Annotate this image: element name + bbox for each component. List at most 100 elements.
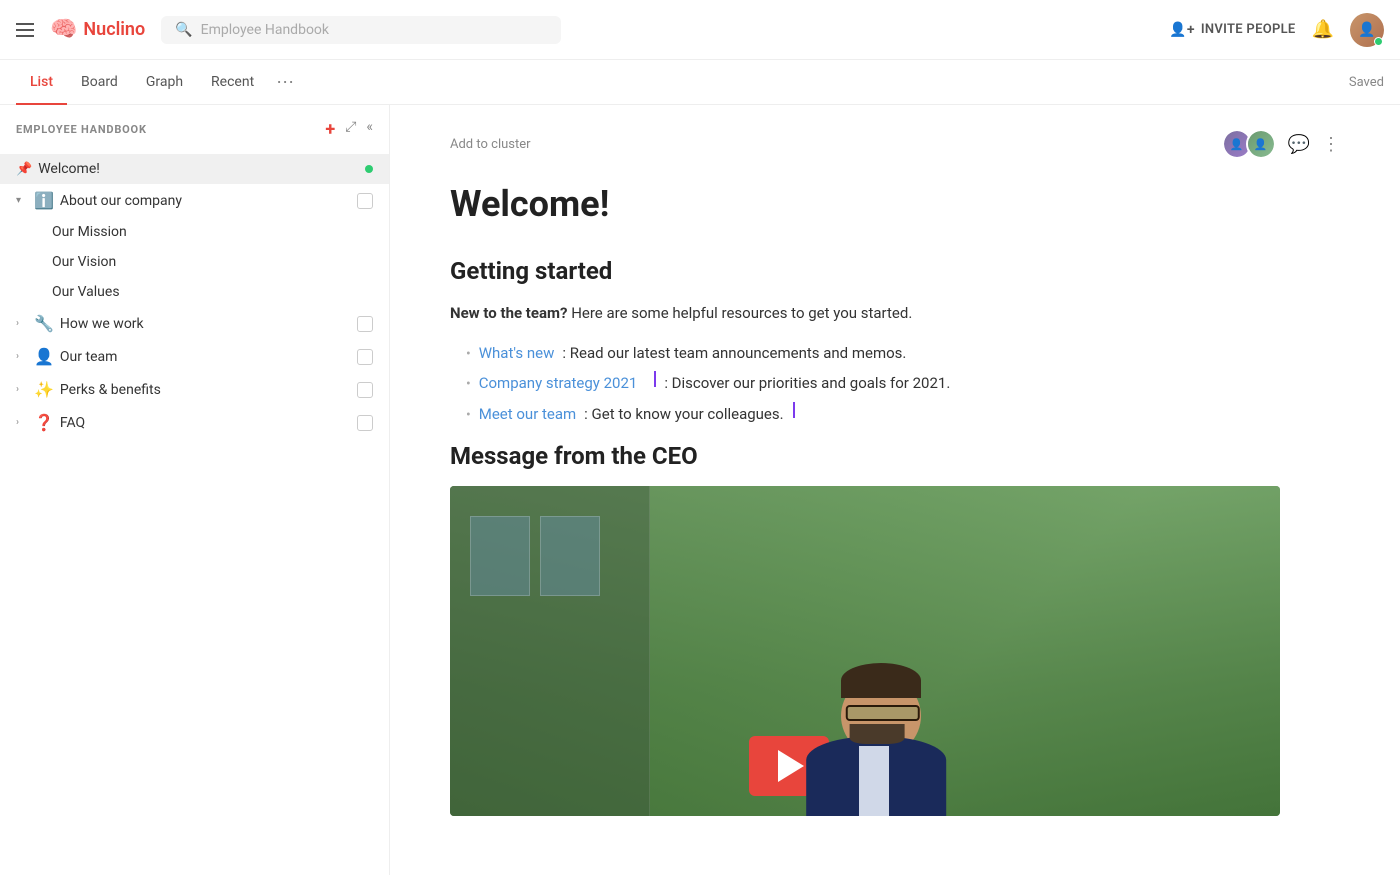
perks-checkbox[interactable] (357, 382, 373, 398)
values-label: Our Values (52, 284, 120, 300)
content-area: Add to cluster 👤 👤 💬 ⋮ Welcome! Getting … (390, 105, 1400, 875)
nav-right: 👤+ INVITE PEOPLE 🔔 👤 (1169, 13, 1384, 47)
top-nav: 🧠 Nuclino 🔍 Employee Handbook 👤+ INVITE … (0, 0, 1400, 60)
expand-icon[interactable]: ⤢ (345, 119, 356, 140)
team-checkbox[interactable] (357, 349, 373, 365)
online-indicator (1374, 37, 1383, 46)
perks-label: Perks & benefits (60, 382, 351, 398)
collapse-sidebar-icon[interactable]: « (366, 119, 373, 140)
section1-heading: Getting started (450, 257, 1340, 285)
video-container[interactable] (450, 486, 1280, 816)
whats-new-link[interactable]: What's new (479, 341, 555, 365)
chevron-down-icon: ▾ (16, 195, 28, 206)
sidebar-group-header-about[interactable]: ▾ ℹ️ About our company (0, 184, 389, 217)
saved-label: Saved (1349, 75, 1384, 90)
person-plus-icon: 👤+ (1169, 22, 1195, 38)
collaborators: 👤 👤 (1222, 129, 1276, 159)
section2-heading: Message from the CEO (450, 442, 1340, 470)
resource-list: What's new : Read our latest team announc… (450, 341, 1340, 426)
logo: 🧠 Nuclino (50, 17, 145, 42)
online-dot (365, 165, 373, 173)
chevron-right-icon: › (16, 318, 28, 329)
sidebar-subitem-values[interactable]: Our Values (0, 277, 389, 307)
user-avatar-wrapper[interactable]: 👤 (1350, 13, 1384, 47)
about-label: About our company (60, 193, 351, 209)
tab-graph[interactable]: Graph (132, 60, 197, 105)
cursor-indicator-1 (654, 371, 656, 387)
bell-icon[interactable]: 🔔 (1312, 19, 1334, 40)
faq-checkbox[interactable] (357, 415, 373, 431)
tab-list[interactable]: List (16, 60, 67, 105)
welcome-label: Welcome! (38, 161, 359, 177)
sidebar-items: 📌 Welcome! ▾ ℹ️ About our company Our Mi… (0, 150, 389, 443)
chevron-right-icon-perks: › (16, 384, 28, 395)
sidebar-group-faq: › ❓ FAQ (0, 406, 389, 439)
perks-emoji: ✨ (34, 380, 54, 399)
tabs-bar: List Board Graph Recent ⋯ Saved (0, 60, 1400, 105)
about-checkbox[interactable] (357, 193, 373, 209)
strategy-rest-text: : Discover our priorities and goals for … (664, 371, 950, 395)
sidebar-group-header-team[interactable]: › 👤 Our team (0, 340, 389, 373)
intro-bold: New to the team? (450, 304, 567, 322)
how-checkbox[interactable] (357, 316, 373, 332)
play-triangle-icon (778, 750, 804, 782)
pin-icon: 📌 (16, 162, 32, 177)
sidebar-group-team: › 👤 Our team (0, 340, 389, 373)
sidebar-group-perks: › ✨ Perks & benefits (0, 373, 389, 406)
sidebar-subitem-vision[interactable]: Our Vision (0, 247, 389, 277)
invite-people-button[interactable]: 👤+ INVITE PEOPLE (1169, 22, 1295, 38)
tab-recent[interactable]: Recent (197, 60, 268, 105)
sidebar-group-header-how[interactable]: › 🔧 How we work (0, 307, 389, 340)
add-item-icon[interactable]: + (325, 119, 335, 140)
brain-icon: 🧠 (50, 17, 77, 42)
chevron-right-icon-faq: › (16, 417, 28, 428)
add-to-cluster-button[interactable]: Add to cluster (450, 137, 531, 152)
search-icon: 🔍 (175, 22, 192, 38)
doc-title: Welcome! (450, 183, 1340, 225)
sidebar-title: EMPLOYEE HANDBOOK (16, 123, 317, 136)
sidebar-group-header-faq[interactable]: › ❓ FAQ (0, 406, 389, 439)
content-toolbar: Add to cluster 👤 👤 💬 ⋮ (450, 129, 1340, 159)
tab-board[interactable]: Board (67, 60, 132, 105)
sidebar-group-how: › 🔧 How we work (0, 307, 389, 340)
more-options-icon[interactable]: ⋮ (1322, 134, 1340, 155)
list-item-strategy: Company strategy 2021 : Discover our prio… (450, 371, 1340, 395)
vision-label: Our Vision (52, 254, 116, 270)
hamburger-menu[interactable] (16, 23, 34, 37)
team-label: Our team (60, 349, 351, 365)
sidebar-header: EMPLOYEE HANDBOOK + ⤢ « (0, 105, 389, 150)
sidebar-subitem-mission[interactable]: Our Mission (0, 217, 389, 247)
sidebar-group-header-perks[interactable]: › ✨ Perks & benefits (0, 373, 389, 406)
meet-rest: : Get to know your colleagues. (584, 402, 783, 426)
search-bar[interactable]: 🔍 Employee Handbook (161, 16, 561, 44)
app-name: Nuclino (83, 19, 145, 40)
faq-label: FAQ (60, 415, 351, 431)
chevron-right-icon-team: › (16, 351, 28, 362)
more-tabs-icon[interactable]: ⋯ (268, 72, 302, 93)
intro-text: Here are some helpful resources to get y… (567, 304, 912, 322)
how-emoji: 🔧 (34, 314, 54, 333)
comment-icon[interactable]: 💬 (1288, 134, 1310, 155)
strategy-link[interactable]: Company strategy 2021 (479, 371, 638, 395)
search-placeholder: Employee Handbook (201, 22, 329, 38)
faq-emoji: ❓ (34, 413, 54, 432)
invite-label: INVITE PEOPLE (1201, 22, 1296, 37)
intro-paragraph: New to the team? Here are some helpful r… (450, 301, 1340, 325)
list-item-meet: Meet our team : Get to know your colleagu… (450, 402, 1340, 426)
cursor-indicator-2 (793, 402, 795, 418)
mission-label: Our Mission (52, 224, 127, 240)
main-area: EMPLOYEE HANDBOOK + ⤢ « 📌 Welcome! ▾ ℹ️ … (0, 105, 1400, 875)
sidebar-group-about: ▾ ℹ️ About our company Our Mission Our V… (0, 184, 389, 307)
team-emoji: 👤 (34, 347, 54, 366)
meet-team-link[interactable]: Meet our team (479, 402, 576, 426)
whats-new-rest: : Read our latest team announcements and… (562, 341, 906, 365)
list-item-whats-new: What's new : Read our latest team announc… (450, 341, 1340, 365)
video-background (450, 486, 1280, 816)
how-label: How we work (60, 316, 351, 332)
sidebar-actions: + ⤢ « (325, 119, 373, 140)
about-emoji: ℹ️ (34, 191, 54, 210)
sidebar: EMPLOYEE HANDBOOK + ⤢ « 📌 Welcome! ▾ ℹ️ … (0, 105, 390, 875)
sidebar-item-welcome[interactable]: 📌 Welcome! (0, 154, 389, 184)
collab-avatar-2: 👤 (1246, 129, 1276, 159)
content-actions: 👤 👤 💬 ⋮ (1222, 129, 1340, 159)
